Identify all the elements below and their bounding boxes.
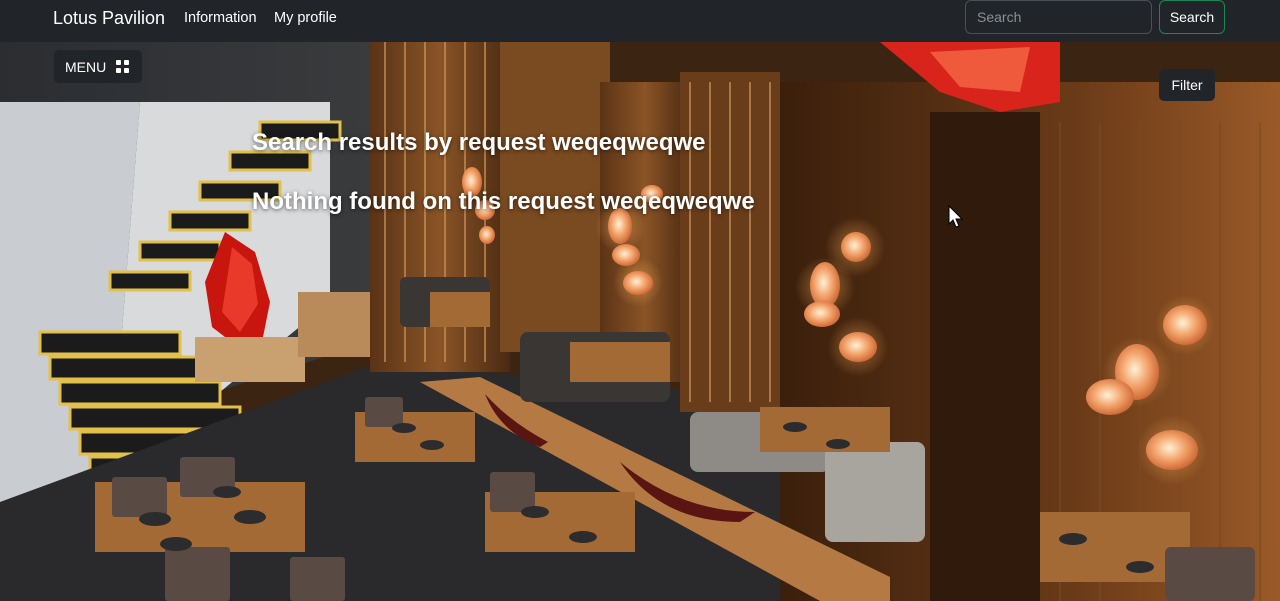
search-input[interactable] xyxy=(965,0,1152,34)
search-form: Search xyxy=(0,0,1280,42)
grid-icon xyxy=(116,60,130,73)
search-button[interactable]: Search xyxy=(1159,0,1225,34)
filter-button[interactable]: Filter xyxy=(1159,69,1215,101)
search-results-title: Search results by request weqeqweqwe xyxy=(252,129,706,156)
top-navbar: Lotus Pavilion Information My profile Se… xyxy=(0,0,1280,42)
mouse-pointer-icon xyxy=(948,204,964,234)
menu-button[interactable]: MENU xyxy=(54,50,142,83)
menu-label: MENU xyxy=(65,58,107,75)
no-results-message: Nothing found on this request weqeqweqwe xyxy=(252,188,755,215)
restaurant-background-image xyxy=(0,42,1280,601)
